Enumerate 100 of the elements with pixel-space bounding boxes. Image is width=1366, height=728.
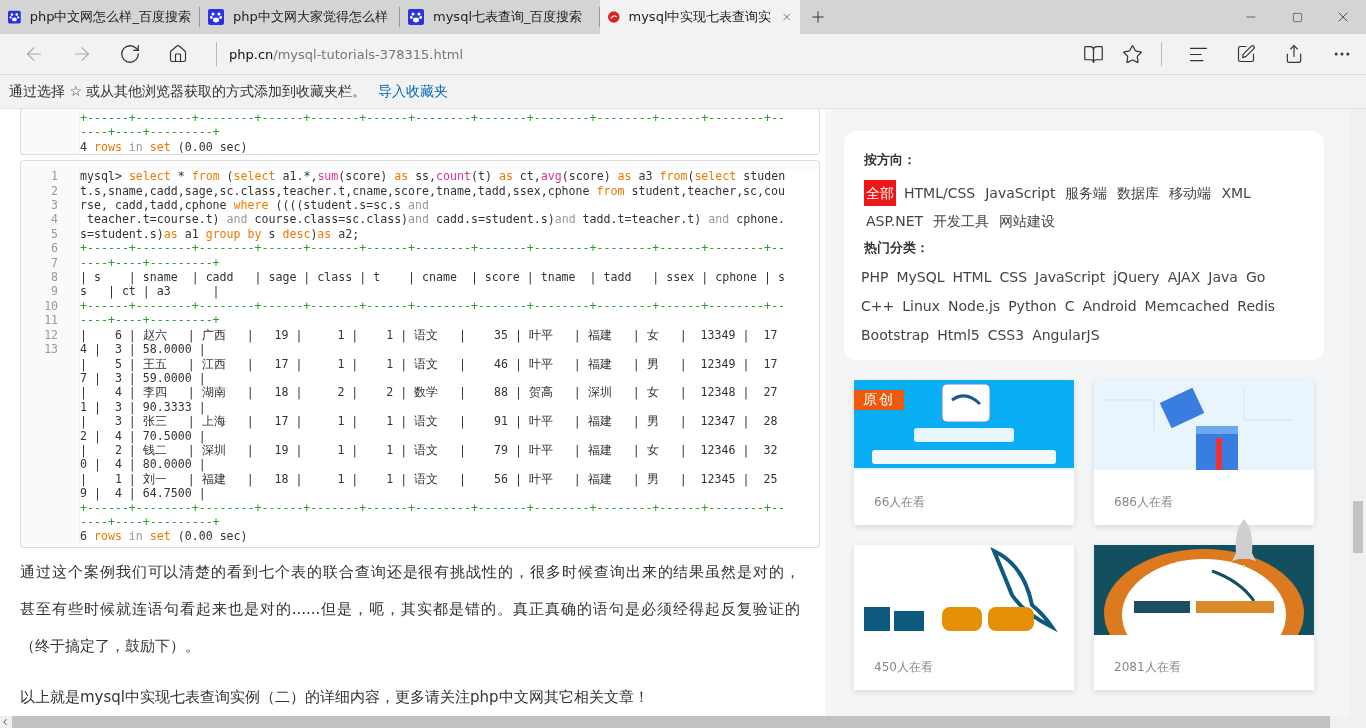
paw-icon (8, 9, 21, 25)
category-link[interactable]: Node.js (948, 292, 1001, 321)
maximize-icon[interactable] (1291, 11, 1303, 23)
code-line: 6 rows in set (0.00 sec) (80, 529, 249, 544)
category-link[interactable]: Python (1008, 292, 1057, 321)
code-line: teacher.t=course.t) and course.class=sc.class)and cadd.s=student.s)and tadd.t=teacher.t) and cphone. (85, 212, 787, 227)
category-link[interactable]: PHP (861, 263, 889, 292)
category-tag[interactable]: 网站建设 (997, 208, 1058, 234)
home-icon[interactable] (168, 44, 188, 64)
favorites-hint: 通过选择 ☆ 或从其他浏览器获取的方式添加到收藏夹栏。 (9, 82, 367, 101)
line-number: 8 (50, 270, 58, 285)
original-badge: 原创 (854, 390, 904, 410)
line-number: 5 (50, 226, 58, 242)
code-line: s | ct | a3 | (80, 284, 221, 299)
line-number: 12 (43, 327, 58, 343)
code-line: 4 | 3 | 58.0000 | (80, 342, 207, 357)
category-tag[interactable]: 开发工具 (931, 208, 992, 234)
code-line: | s | sname | cadd | sage | class | t | cname | score | tname | tadd | ssex | cphone | s (80, 270, 786, 285)
category-link[interactable]: Go (1245, 263, 1266, 292)
pen-icon[interactable] (1236, 44, 1256, 64)
category-tag[interactable]: 数据库 (1115, 180, 1162, 206)
browser-tab[interactable]: mysql中实现七表查询实 (600, 0, 800, 34)
course-card[interactable]: 2081人在看 (1094, 545, 1314, 690)
code-line: 0 | 4 | 80.0000 | (80, 457, 207, 472)
import-favorites-link[interactable]: 导入收藏夹 (378, 82, 449, 101)
category-link[interactable]: CSS3 (987, 321, 1025, 350)
line-number: 2 (50, 183, 58, 199)
code-line: +------+--------+--------+------+-------+------+--------+-------+--------+--------+------+--------+-- (80, 500, 786, 515)
text-line: （终于搞定了，鼓励下）。 (20, 635, 201, 657)
text-line: 以上就是mysql中实现七表查询实例（二）的详细内容，更多请关注php中文网其它相关文章！ (20, 686, 650, 708)
category-link[interactable]: AngularJS (1032, 321, 1100, 350)
course-card[interactable]: 原创 66人在看 (854, 380, 1074, 525)
paw-icon (208, 9, 224, 25)
category-link[interactable]: Java (1208, 263, 1238, 292)
refresh-icon[interactable] (119, 43, 141, 65)
code-line: ----+----+---------+ (80, 313, 221, 328)
text-line: 甚至有些时候就连语句看起来也是对的......但是，呃，其实都是错的。真正真确的语句是必须经得起反复验证的 (20, 598, 800, 620)
star-icon[interactable] (1121, 43, 1143, 65)
category-link[interactable]: Redis (1237, 292, 1276, 321)
code-line: 1 | 3 | 90.3333 | (80, 399, 206, 415)
scrollbar-thumb[interactable] (12, 716, 1330, 728)
line-number: 7 (50, 255, 58, 271)
share-icon[interactable] (1284, 44, 1304, 64)
viewer-count: 2081人在看 (1113, 659, 1182, 676)
code-line: 4 rows in set (0.00 sec) (80, 139, 249, 155)
code-line: | 3 | 张三 | 上海 | 17 | 1 | 1 | 语文 | 91 | 叶平 | 福建 | 男 | 12347 | 28 (80, 414, 779, 429)
category-link[interactable]: Memcached (1144, 292, 1230, 321)
code-line: | 4 | 李四 | 湖南 | 18 | 2 | 2 | 数学 | 88 | 贺高 | 深圳 | 女 | 12348 | 27 (80, 385, 779, 400)
category-link[interactable]: AJAX (1167, 263, 1201, 292)
line-number: 9 (50, 284, 58, 299)
code-line: +------+--------+--------+------+-------+------+--------+-------+--------+--------+------+--------+-- (80, 111, 786, 126)
category-link[interactable]: MySQL (896, 263, 945, 292)
category-tag[interactable]: JavaScript (983, 180, 1058, 206)
category-link[interactable]: C (1064, 292, 1075, 321)
code-line: 2 | 4 | 70.5000 | (80, 428, 206, 443)
code-line: t.s,sname,cadd,sage,sc.class,teacher.t,cname,score,tname,tadd,ssex,cphone from student,teacher,sc,cou (80, 183, 786, 199)
category-tag[interactable]: 全部 (864, 180, 896, 206)
line-number: 6 (50, 241, 58, 256)
text-line: 通过这个案例我们可以清楚的看到七个表的联合查询还是很有挑战性的，很多时候查询出来的结果虽然是对的， (20, 561, 800, 583)
category-tag[interactable]: 服务端 (1063, 180, 1110, 206)
category-link[interactable]: JavaScript (1035, 263, 1106, 292)
category-link[interactable]: Linux (902, 292, 940, 321)
paw-icon (408, 9, 424, 25)
code-line: | 6 | 赵六 | 广西 | 19 | 1 | 1 | 语文 | 35 | 叶平 | 福建 | 女 | 13349 | 17 (80, 327, 779, 343)
code-line: | 5 | 王五 | 江西 | 17 | 1 | 1 | 语文 | 46 | 叶平 | 福建 | 男 | 12349 | 17 (80, 356, 779, 371)
category-tag[interactable]: ASP.NET (864, 208, 926, 234)
code-line: rse, cadd,tadd,cphone where ((((student.s=sc.s and (80, 198, 431, 213)
line-number: 13 (43, 342, 58, 357)
code-line: | 1 | 刘一 | 福建 | 18 | 1 | 1 | 语文 | 56 | 叶平 | 福建 | 男 | 12345 | 25 (80, 471, 779, 487)
line-number: 10 (43, 298, 58, 314)
viewer-count: 686人在看 (1113, 494, 1174, 511)
scrollbar-thumb[interactable] (1353, 501, 1363, 553)
category-link[interactable]: CSS (999, 263, 1028, 292)
category-link[interactable]: C++ (861, 292, 895, 321)
viewer-count: 66人在看 (873, 494, 927, 511)
code-line: s=student.s)as a1 group by s desc)as a2; (80, 226, 361, 242)
section-title: 热门分类： (863, 239, 930, 257)
category-tag[interactable]: HTML/CSS (902, 180, 978, 206)
site-logo-icon (608, 9, 620, 25)
section-title: 按方向： (863, 151, 917, 169)
code-line: ----+----+---------+ (80, 255, 221, 271)
code-line: ----+----+---------+ (80, 514, 221, 530)
code-line: +------+--------+--------+------+-------+------+--------+-------+--------+--------+------+--------+-- (80, 241, 786, 256)
line-number: 1 (50, 169, 58, 184)
code-line: 9 | 4 | 64.7500 | (80, 486, 207, 501)
category-tag[interactable]: 移动端 (1167, 180, 1214, 206)
course-card[interactable]: 686人在看 (1094, 380, 1314, 525)
book-icon[interactable] (1082, 43, 1104, 65)
viewer-count: 450人在看 (873, 659, 934, 676)
code-line: +------+--------+--------+------+-------+------+--------+-------+--------+--------+------+--------+-- (80, 298, 786, 314)
course-card[interactable]: 450人在看 (854, 545, 1074, 690)
category-link[interactable]: Android (1082, 292, 1137, 321)
category-link[interactable]: Bootstrap (861, 321, 930, 350)
scroll-left-icon[interactable] (0, 717, 10, 727)
category-link[interactable]: jQuery (1113, 263, 1160, 292)
category-link[interactable]: Html5 (937, 321, 980, 350)
line-number: 4 (50, 212, 58, 227)
category-tag[interactable]: XML (1219, 180, 1253, 206)
category-link[interactable]: HTML (952, 263, 992, 292)
code-line: mysql> select * from (select a1.*,sum(score) as ss,count(t) as ct,avg(score) as a3 from(select studen (80, 169, 787, 184)
